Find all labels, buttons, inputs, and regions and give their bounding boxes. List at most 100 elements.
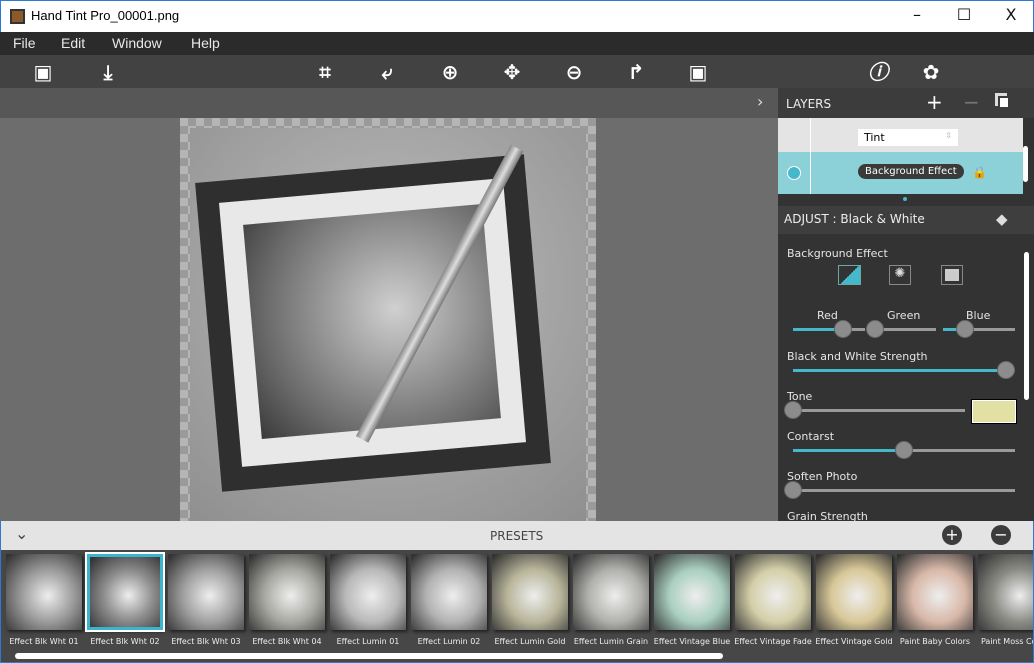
- bw_strength-label: Black and White Strength: [787, 350, 928, 363]
- fit-image-icon[interactable]: ▣: [685, 59, 711, 85]
- tone-color-swatch[interactable]: [971, 399, 1017, 424]
- layers-scrollbar[interactable]: [1023, 146, 1028, 182]
- slider-knob[interactable]: [865, 320, 884, 338]
- add-layer-button[interactable]: +: [926, 90, 943, 114]
- preset-item[interactable]: Effect Blk Wht 01: [6, 554, 87, 659]
- preset-thumbnail: [6, 554, 82, 630]
- preset-label: Paint Moss Colors: [980, 637, 1033, 646]
- effect-mode-bw-icon[interactable]: [838, 265, 861, 285]
- green-slider[interactable]: [865, 320, 936, 338]
- bw_strength-slider[interactable]: [793, 361, 1016, 379]
- preset-thumbnail: [330, 554, 406, 630]
- maximize-button[interactable]: ☐: [949, 5, 979, 29]
- slider-knob[interactable]: [784, 481, 802, 499]
- add-preset-button[interactable]: +: [942, 525, 962, 545]
- remove-layer-button[interactable]: −: [963, 90, 980, 114]
- adjust-scrollbar[interactable]: [1024, 252, 1029, 400]
- preset-item[interactable]: Effect Blk Wht 02: [85, 552, 168, 659]
- preset-label: Effect Blk Wht 04: [252, 637, 322, 646]
- blue-slider[interactable]: [943, 320, 1015, 338]
- preset-item[interactable]: Effect Lumin 02: [411, 554, 492, 659]
- green-label: Green: [887, 309, 921, 322]
- minimize-button[interactable]: –: [902, 5, 932, 29]
- preset-label: Effect Lumin Grain: [573, 637, 649, 646]
- soften-label: Soften Photo: [787, 470, 858, 483]
- remove-preset-button[interactable]: −: [991, 525, 1011, 545]
- collapse-presets-icon[interactable]: ⌄: [15, 524, 28, 543]
- preset-label: Effect Vintage Gold: [815, 637, 893, 646]
- window-title: Hand Tint Pro_00001.png: [31, 8, 180, 23]
- preset-label: Effect Lumin Gold: [494, 637, 566, 646]
- presets-scrollbar[interactable]: [15, 653, 723, 659]
- crop-icon[interactable]: ⌗: [312, 59, 338, 85]
- slider-knob[interactable]: [895, 441, 913, 459]
- effect-mode-fill-icon[interactable]: [941, 265, 963, 285]
- slider-knob[interactable]: [834, 320, 853, 338]
- app-icon: [10, 9, 25, 24]
- slider-knob[interactable]: [955, 320, 974, 338]
- slider-knob[interactable]: [997, 361, 1016, 379]
- dice-icon[interactable]: ◆: [996, 210, 1008, 228]
- preset-item[interactable]: Effect Lumin Gold: [492, 554, 573, 659]
- section-label: Background Effect: [787, 247, 888, 260]
- duplicate-layer-icon[interactable]: [998, 96, 1010, 109]
- layer-name[interactable]: Background Effect: [858, 164, 964, 179]
- open-image-icon[interactable]: ▣: [30, 59, 56, 85]
- preset-item[interactable]: Effect Vintage Blue: [654, 554, 735, 659]
- redo-icon[interactable]: ↱: [623, 59, 649, 85]
- layer-row-tint[interactable]: Tint ⇳: [778, 118, 1023, 152]
- preset-thumbnail: [573, 554, 649, 630]
- preset-item[interactable]: Effect Vintage Gold: [815, 554, 897, 659]
- menu-window[interactable]: Window: [112, 35, 162, 51]
- zoom-in-icon[interactable]: ⊕: [437, 59, 463, 85]
- undo-icon[interactable]: ⤶: [374, 59, 400, 85]
- tone-slider[interactable]: [784, 401, 965, 419]
- layers-title: LAYERS: [786, 97, 832, 111]
- effect-mode-brightness-icon[interactable]: ✺: [889, 265, 911, 285]
- layer-visibility-toggle[interactable]: [787, 166, 801, 180]
- preset-item[interactable]: Paint Baby Colors: [897, 554, 978, 659]
- red-slider[interactable]: [793, 320, 865, 338]
- preset-label: Effect Vintage Blue: [653, 637, 731, 646]
- chevron-right-icon[interactable]: ›: [757, 92, 763, 111]
- preset-item[interactable]: Effect Vintage Fade: [734, 554, 816, 659]
- blue-label: Blue: [966, 309, 991, 322]
- preset-item[interactable]: Paint Moss Colors: [978, 554, 1033, 659]
- menu-file[interactable]: File: [13, 35, 36, 51]
- close-button[interactable]: X: [996, 5, 1026, 29]
- layers-header: LAYERS + −: [778, 88, 1034, 118]
- preset-item[interactable]: Effect Lumin Grain: [573, 554, 654, 659]
- preset-label: Effect Vintage Fade: [734, 637, 812, 646]
- settings-icon[interactable]: ✿: [918, 59, 944, 85]
- presets-strip: Effect Blk Wht 01 Effect Blk Wht 02 Effect…: [0, 550, 1034, 663]
- zoom-out-icon[interactable]: ⊖: [561, 59, 587, 85]
- preset-item[interactable]: Effect Blk Wht 03: [168, 554, 249, 659]
- blend-mode-value: Tint: [864, 131, 885, 144]
- preset-item[interactable]: Effect Lumin 01: [330, 554, 411, 659]
- adjust-title: ADJUST : Black & White: [784, 212, 925, 226]
- select-arrows-icon: ⇳: [945, 131, 952, 140]
- presets-title: PRESETS: [490, 529, 544, 543]
- layer-row-background-effect[interactable]: Background Effect 🔒: [778, 152, 1023, 194]
- preset-thumbnail: [249, 554, 325, 630]
- presets-header: ⌄ PRESETS + −: [0, 521, 1034, 550]
- menu-edit[interactable]: Edit: [61, 35, 85, 51]
- info-icon[interactable]: ⓘ: [865, 59, 891, 85]
- soften-slider[interactable]: [784, 481, 1015, 499]
- slider-fill: [793, 369, 1007, 372]
- slider-knob[interactable]: [784, 401, 802, 419]
- contrast-slider[interactable]: [793, 441, 1015, 459]
- preset-thumbnail: [978, 554, 1033, 630]
- lock-icon[interactable]: 🔒: [972, 165, 987, 179]
- layer-divider: [810, 152, 811, 194]
- preset-label: Effect Lumin 01: [336, 637, 400, 646]
- move-icon[interactable]: ✥: [499, 59, 525, 85]
- panel-splitter[interactable]: [903, 197, 907, 201]
- blend-mode-select[interactable]: Tint ⇳: [858, 129, 958, 146]
- preset-label: Effect Blk Wht 01: [9, 637, 79, 646]
- preset-item[interactable]: Effect Blk Wht 04: [249, 554, 330, 659]
- contrast-label: Contarst: [787, 430, 835, 443]
- photo-canvas[interactable]: [180, 118, 596, 521]
- save-icon[interactable]: ⤓: [95, 59, 121, 85]
- menu-help[interactable]: Help: [191, 35, 220, 51]
